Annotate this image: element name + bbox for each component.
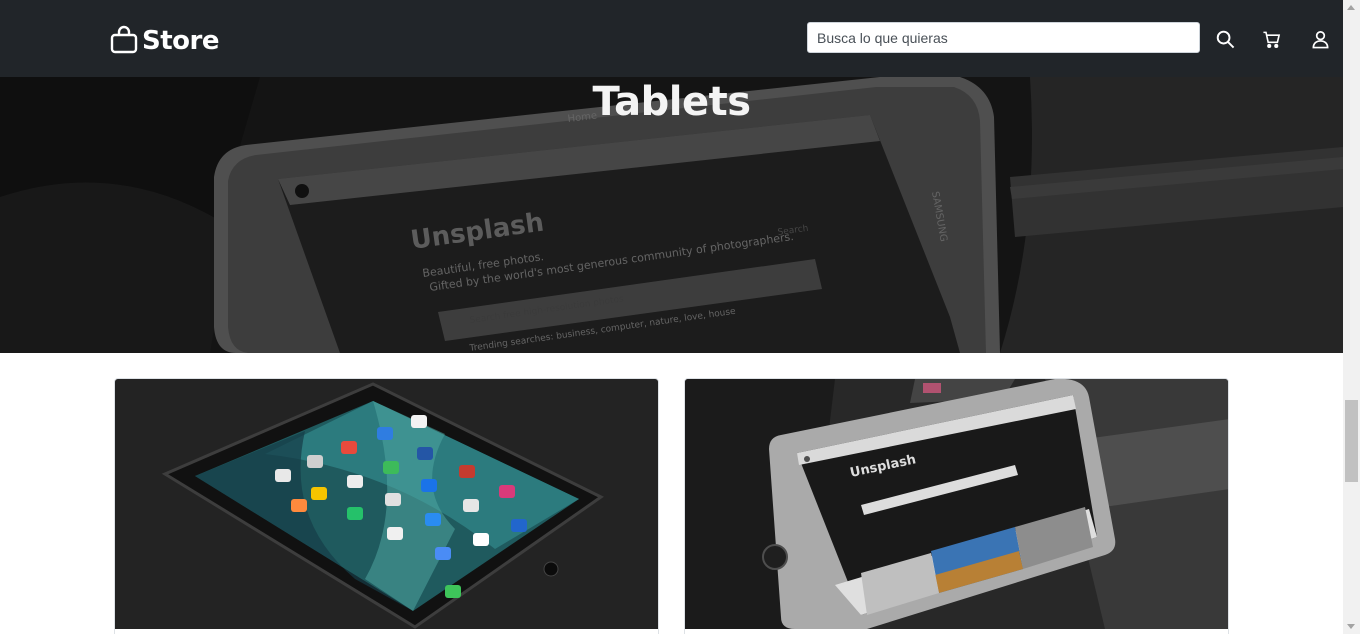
product-card[interactable]: Unsplash: [684, 378, 1229, 634]
search-input[interactable]: [807, 22, 1200, 53]
scroll-thumb[interactable]: [1345, 400, 1358, 482]
brand-name: Store: [142, 26, 219, 56]
top-navbar: Store: [0, 0, 1343, 77]
page-scrollbar[interactable]: [1343, 0, 1360, 634]
cart-icon[interactable]: [1260, 28, 1282, 50]
scroll-up-arrow-icon[interactable]: [1347, 5, 1355, 10]
brand-logo-link[interactable]: Store: [110, 24, 219, 58]
category-title: Tablets: [592, 79, 751, 125]
product-image-samsung-tablet: Unsplash: [685, 379, 1228, 629]
user-icon[interactable]: [1309, 28, 1331, 50]
search-icon[interactable]: [1214, 28, 1236, 50]
product-card[interactable]: [114, 378, 659, 634]
product-image-ipad: [115, 379, 658, 629]
category-hero-banner: Home Unsplash Beautiful, free photos. Gi…: [0, 77, 1343, 353]
scroll-down-arrow-icon[interactable]: [1347, 624, 1355, 629]
shopping-bag-icon: [110, 24, 138, 59]
